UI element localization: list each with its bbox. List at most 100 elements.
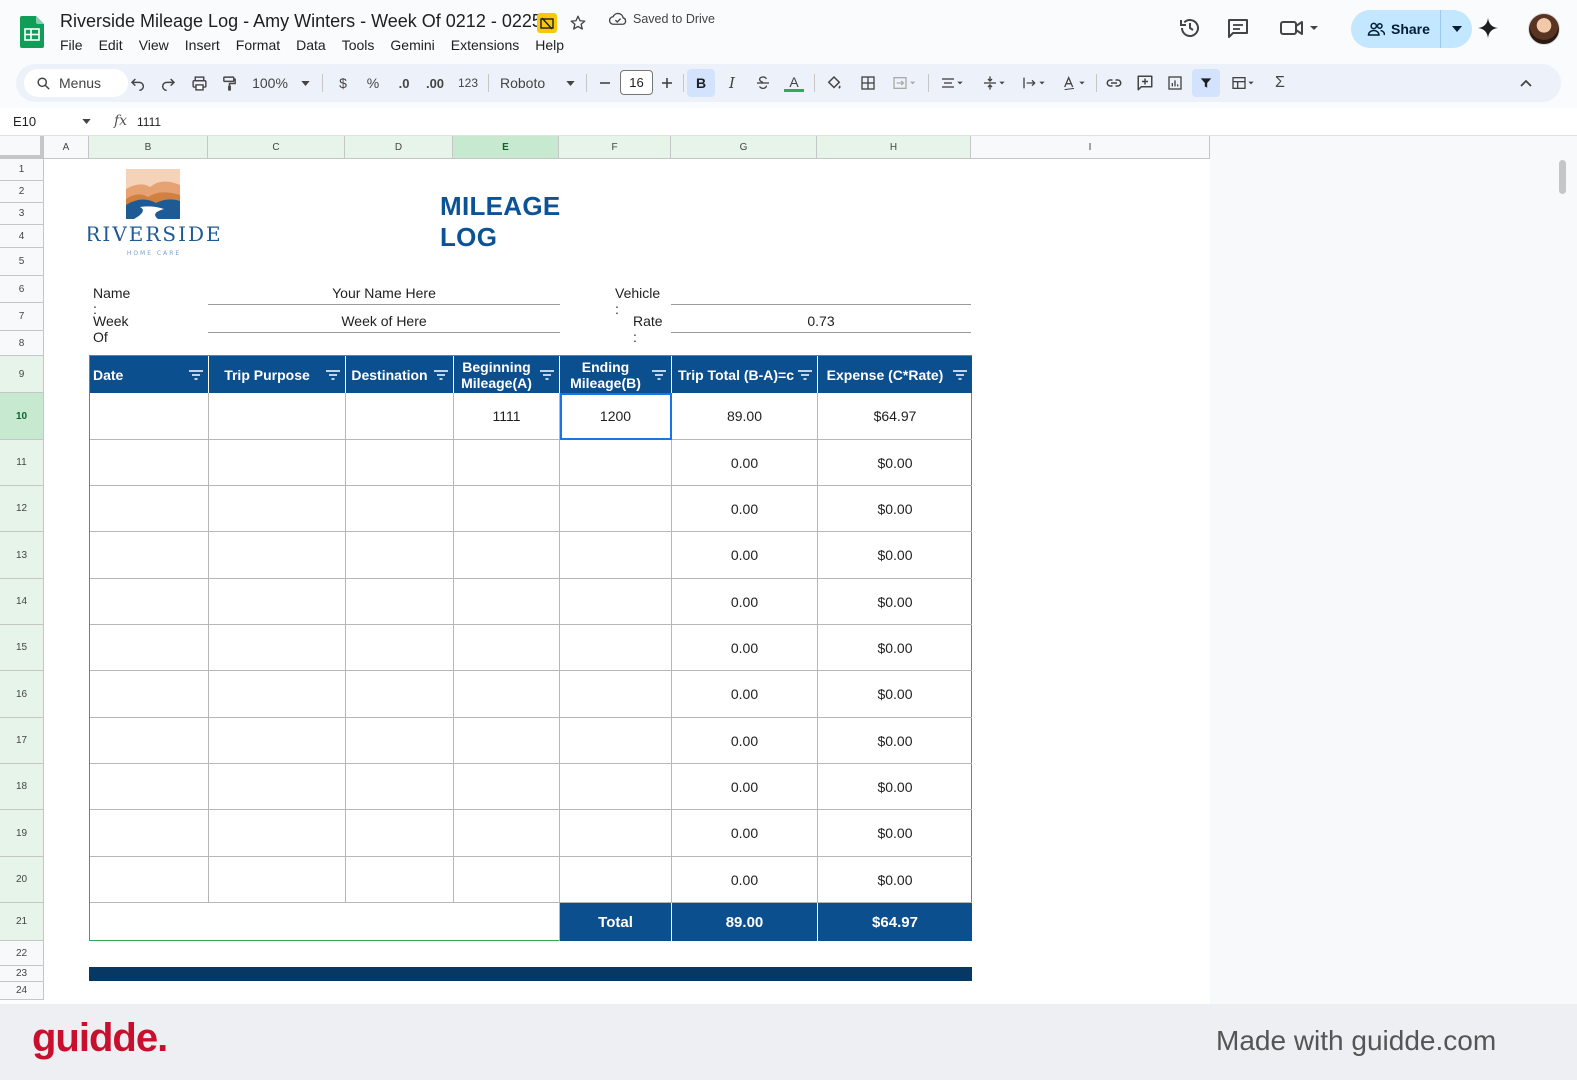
cell-trip-purpose[interactable] bbox=[209, 440, 346, 486]
column-header-f[interactable]: F bbox=[559, 136, 671, 159]
menu-edit[interactable]: Edit bbox=[91, 36, 131, 54]
font-caret-icon[interactable] bbox=[564, 71, 576, 95]
vertical-align-icon[interactable] bbox=[976, 71, 1012, 95]
cell-trip-purpose[interactable] bbox=[209, 532, 346, 579]
cell-ending-mileage[interactable] bbox=[560, 532, 672, 579]
cell-destination[interactable] bbox=[346, 718, 454, 764]
row-header-14[interactable]: 14 bbox=[0, 579, 44, 625]
merge-cells-icon[interactable] bbox=[887, 71, 921, 95]
header-trip-total[interactable]: Trip Total (B-A)=c bbox=[672, 356, 818, 393]
filter-lines-icon[interactable] bbox=[433, 369, 449, 381]
header-trip-purpose[interactable]: Trip Purpose bbox=[209, 356, 346, 393]
row-header-4[interactable]: 4 bbox=[0, 225, 44, 248]
redo-icon[interactable] bbox=[156, 71, 180, 95]
zoom-value[interactable]: 100% bbox=[250, 71, 290, 95]
column-header-b[interactable]: B bbox=[89, 136, 208, 159]
column-header-e[interactable]: E bbox=[453, 136, 559, 159]
cell-beginning-mileage[interactable] bbox=[454, 625, 560, 671]
name-box-caret-icon[interactable] bbox=[82, 119, 91, 124]
column-header-a[interactable]: A bbox=[44, 136, 89, 159]
cell-ending-mileage[interactable] bbox=[560, 671, 672, 718]
cell-destination[interactable] bbox=[346, 486, 454, 532]
header-ending-mileage[interactable]: Ending Mileage(B) bbox=[560, 356, 672, 393]
cell-trip-purpose[interactable] bbox=[209, 579, 346, 625]
cell-expense[interactable]: $64.97 bbox=[818, 393, 972, 440]
cell-beginning-mileage[interactable] bbox=[454, 810, 560, 857]
star-icon[interactable] bbox=[567, 12, 589, 34]
row-header-21[interactable]: 21 bbox=[0, 903, 44, 941]
cell-trip-purpose[interactable] bbox=[209, 718, 346, 764]
cell-beginning-mileage[interactable] bbox=[454, 486, 560, 532]
filter-lines-icon[interactable] bbox=[325, 369, 341, 381]
rate-field[interactable]: 0.73 bbox=[671, 311, 971, 333]
cell-date[interactable] bbox=[90, 486, 209, 532]
insert-comment-icon[interactable] bbox=[1133, 71, 1157, 95]
cell-expense[interactable]: $0.00 bbox=[818, 857, 972, 903]
cell-trip-purpose[interactable] bbox=[209, 486, 346, 532]
total-expense[interactable]: $64.97 bbox=[818, 903, 972, 941]
row-header-10[interactable]: 10 bbox=[0, 393, 44, 440]
column-header-c[interactable]: C bbox=[208, 136, 345, 159]
cell-trip-total[interactable]: 0.00 bbox=[672, 810, 818, 857]
decrease-decimal-button[interactable]: .0 bbox=[392, 71, 416, 95]
currency-format-button[interactable]: $ bbox=[334, 71, 352, 95]
column-header-i[interactable]: I bbox=[971, 136, 1210, 159]
row-header-8[interactable]: 8 bbox=[0, 331, 44, 356]
cell-date[interactable] bbox=[90, 764, 209, 810]
document-title[interactable]: Riverside Mileage Log - Amy Winters - We… bbox=[60, 11, 542, 32]
zoom-caret-icon[interactable] bbox=[299, 71, 311, 95]
column-header-h[interactable]: H bbox=[817, 136, 971, 159]
cell-ending-mileage[interactable] bbox=[560, 625, 672, 671]
font-family-select[interactable]: Roboto bbox=[500, 71, 560, 95]
row-header-22[interactable]: 22 bbox=[0, 941, 44, 966]
filter-lines-icon[interactable] bbox=[539, 369, 555, 381]
row-header-17[interactable]: 17 bbox=[0, 718, 44, 764]
cell-trip-purpose[interactable] bbox=[209, 764, 346, 810]
cell-destination[interactable] bbox=[346, 579, 454, 625]
italic-button[interactable]: I bbox=[720, 71, 744, 95]
cell-destination[interactable] bbox=[346, 671, 454, 718]
spreadsheet-grid[interactable]: A B C D E F G H I 1 2 3 4 5 6 7 8 9 10 1… bbox=[0, 136, 1577, 1004]
cell-date[interactable] bbox=[90, 579, 209, 625]
cell-trip-total[interactable]: 89.00 bbox=[672, 393, 818, 440]
cell-beginning-mileage[interactable] bbox=[454, 532, 560, 579]
cell-trip-total[interactable]: 0.00 bbox=[672, 486, 818, 532]
cell-destination[interactable] bbox=[346, 440, 454, 486]
header-destination[interactable]: Destination bbox=[346, 356, 454, 393]
cell-expense[interactable]: $0.00 bbox=[818, 810, 972, 857]
row-header-24[interactable]: 24 bbox=[0, 982, 44, 1000]
gemini-sparkle-icon[interactable] bbox=[1474, 14, 1502, 42]
cell-trip-purpose[interactable] bbox=[209, 671, 346, 718]
name-box[interactable]: E10 bbox=[13, 114, 36, 129]
collapse-toolbar-icon[interactable] bbox=[1514, 71, 1538, 95]
cell-destination[interactable] bbox=[346, 810, 454, 857]
cell-expense[interactable]: $0.00 bbox=[818, 579, 972, 625]
menu-help[interactable]: Help bbox=[527, 36, 572, 54]
cell-expense[interactable]: $0.00 bbox=[818, 532, 972, 579]
cell-destination[interactable] bbox=[346, 393, 454, 440]
move-folder-icon[interactable] bbox=[537, 13, 557, 33]
functions-button[interactable]: Σ bbox=[1268, 71, 1292, 95]
saved-status[interactable]: Saved to Drive bbox=[609, 12, 715, 26]
cell-trip-total[interactable]: 0.00 bbox=[672, 440, 818, 486]
row-header-9[interactable]: 9 bbox=[0, 356, 44, 393]
cell-beginning-mileage[interactable] bbox=[454, 440, 560, 486]
cell-ending-mileage[interactable] bbox=[560, 764, 672, 810]
cell-expense[interactable]: $0.00 bbox=[818, 440, 972, 486]
print-icon[interactable] bbox=[187, 71, 211, 95]
percent-format-button[interactable]: % bbox=[364, 71, 382, 95]
cell-beginning-mileage[interactable] bbox=[454, 718, 560, 764]
total-trip[interactable]: 89.00 bbox=[672, 903, 818, 941]
bold-button[interactable]: B bbox=[687, 69, 715, 97]
number-format-button[interactable]: 123 bbox=[456, 71, 480, 95]
select-all-corner[interactable] bbox=[0, 136, 44, 159]
filter-lines-icon[interactable] bbox=[188, 369, 204, 381]
cell-trip-total[interactable]: 0.00 bbox=[672, 764, 818, 810]
cell-expense[interactable]: $0.00 bbox=[818, 764, 972, 810]
header-expense[interactable]: Expense (C*Rate) bbox=[818, 356, 972, 393]
cell-beginning-mileage[interactable] bbox=[454, 579, 560, 625]
cell-trip-purpose[interactable] bbox=[209, 857, 346, 903]
vehicle-field[interactable] bbox=[671, 283, 971, 305]
cell-expense[interactable]: $0.00 bbox=[818, 671, 972, 718]
menu-view[interactable]: View bbox=[131, 36, 177, 54]
